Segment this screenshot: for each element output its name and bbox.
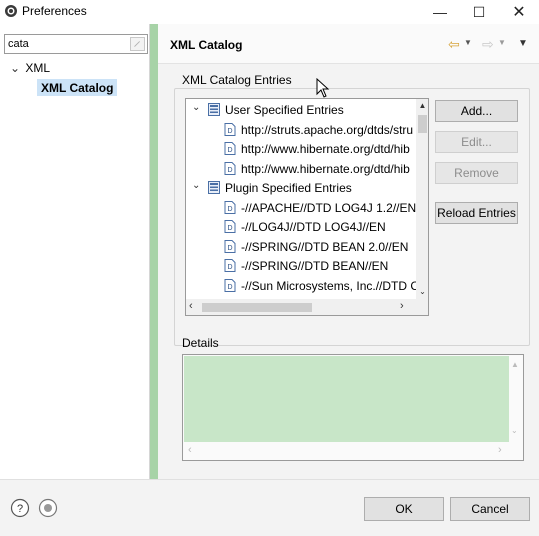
tree-row-label: User Specified Entries bbox=[225, 103, 344, 117]
dtd-file-icon: D bbox=[224, 161, 236, 175]
scroll-left-icon[interactable]: ‹ bbox=[188, 444, 192, 456]
details-text-area[interactable] bbox=[184, 356, 509, 442]
chevron-down-icon[interactable]: ⌄ bbox=[192, 102, 204, 113]
svg-text:D: D bbox=[227, 206, 232, 213]
scroll-up-icon[interactable]: ▲ bbox=[511, 360, 519, 369]
tree-row-label: Plugin Specified Entries bbox=[225, 181, 352, 195]
scroll-thumb[interactable] bbox=[418, 115, 427, 133]
pane-divider[interactable] bbox=[150, 24, 158, 479]
tree-item-xml[interactable]: ⌄ XML bbox=[10, 61, 50, 75]
details-horizontal-scrollbar[interactable]: ‹ › bbox=[184, 442, 523, 460]
svg-text:D: D bbox=[227, 128, 232, 135]
details-vertical-scrollbar[interactable]: ▲ ⌄ bbox=[509, 356, 523, 442]
cancel-button[interactable]: Cancel bbox=[450, 497, 530, 521]
edit-button[interactable]: Edit... bbox=[435, 131, 518, 153]
svg-text:D: D bbox=[227, 225, 232, 232]
details-panel[interactable]: ▲ ⌄ ‹ › bbox=[182, 354, 524, 461]
tree-row-label: -//Sun Microsystems, Inc.//DTD C bbox=[241, 278, 416, 293]
scroll-right-icon[interactable]: › bbox=[400, 300, 404, 312]
close-button[interactable]: ✕ bbox=[499, 0, 539, 24]
view-menu-icon[interactable]: ▼ bbox=[518, 38, 528, 49]
scroll-up-icon[interactable]: ▲ bbox=[416, 99, 428, 113]
svg-text:D: D bbox=[227, 245, 232, 252]
tree-entry-row[interactable]: D -//Sun Microsystems, Inc.//DTD C bbox=[186, 276, 416, 295]
tree-entry-row[interactable]: D -//LOG4J//DTD LOG4J//EN bbox=[186, 217, 416, 236]
dtd-file-icon: D bbox=[224, 142, 236, 155]
tree-group-row[interactable]: ⌄ User Specified Entries bbox=[186, 100, 416, 119]
horizontal-scroll-thumb[interactable] bbox=[202, 303, 312, 312]
tree-row-label: -//LOG4J//DTD LOG4J//EN bbox=[241, 220, 386, 234]
filter-input-value: cata bbox=[8, 38, 29, 50]
title-bar: Preferences — ☐ ✕ bbox=[0, 0, 539, 24]
vertical-scrollbar[interactable]: ▲ ⌄ bbox=[416, 99, 428, 299]
dtd-file-icon: D bbox=[224, 220, 236, 233]
svg-text:D: D bbox=[227, 147, 232, 154]
back-arrow-icon[interactable]: ⇦ bbox=[448, 36, 460, 53]
tree-row-label: -//SPRING//DTD BEAN//EN bbox=[241, 259, 389, 273]
app-gear-icon bbox=[5, 5, 17, 17]
page-title: XML Catalog bbox=[170, 38, 243, 52]
scroll-down-icon[interactable]: ⌄ bbox=[416, 285, 428, 299]
tree-group-row[interactable]: ⌄ Plugin Specified Entries bbox=[186, 178, 416, 197]
tree-row-label: http://struts.apache.org/dtds/stru bbox=[241, 122, 414, 137]
horizontal-scrollbar[interactable]: ‹ › bbox=[186, 299, 428, 315]
catalog-entries-tree[interactable]: ⌄ User Specified Entries Dhttp://struts.ap… bbox=[185, 98, 429, 316]
catalog-icon bbox=[208, 103, 220, 116]
mouse-pointer-icon bbox=[316, 78, 330, 98]
ok-button[interactable]: OK bbox=[364, 497, 444, 521]
maximize-button[interactable]: ☐ bbox=[459, 0, 499, 24]
tree-item-label: XML bbox=[25, 61, 51, 75]
svg-text:D: D bbox=[227, 264, 232, 271]
remove-button[interactable]: Remove bbox=[435, 162, 518, 184]
dtd-file-icon: D bbox=[224, 122, 236, 136]
import-export-icon[interactable] bbox=[38, 498, 58, 518]
tree-row-label: http://www.hibernate.org/dtd/hib bbox=[241, 142, 410, 156]
svg-text:?: ? bbox=[17, 503, 23, 515]
dialog-button-bar: ? OK Cancel bbox=[0, 479, 539, 536]
dtd-file-icon: D bbox=[224, 278, 236, 292]
tree-entry-row[interactable]: D -//SPRING//DTD BEAN 2.0//EN bbox=[186, 237, 416, 256]
chevron-down-icon[interactable]: ⌄ bbox=[10, 61, 22, 75]
window-title: Preferences bbox=[22, 4, 87, 18]
scroll-left-icon[interactable]: ‹ bbox=[189, 300, 193, 312]
filter-input[interactable]: cata bbox=[4, 34, 148, 54]
tree-entry-row[interactable]: D -//APACHE//DTD LOG4J 1.2//EN bbox=[186, 198, 416, 217]
details-group-title: Details bbox=[182, 336, 219, 350]
tree-entry-row[interactable]: Dhttp://www.hibernate.org/dtd/hib bbox=[186, 159, 416, 178]
forward-dropdown-icon[interactable]: ▼ bbox=[498, 38, 506, 47]
reload-entries-button[interactable]: Reload Entries bbox=[435, 202, 518, 224]
catalog-entries-group-title: XML Catalog Entries bbox=[180, 73, 294, 87]
page-header: XML Catalog ⇦ ▼ ⇨ ▼ ▼ bbox=[158, 24, 539, 64]
tree-row-label: -//APACHE//DTD LOG4J 1.2//EN bbox=[241, 200, 416, 215]
tree-entry-row[interactable]: Dhttp://www.hibernate.org/dtd/hib bbox=[186, 139, 416, 158]
tree-entry-row[interactable]: Dhttp://struts.apache.org/dtds/stru bbox=[186, 120, 416, 139]
dtd-file-icon: D bbox=[224, 259, 236, 272]
dtd-file-icon: D bbox=[224, 200, 236, 214]
tree-row-label: http://www.hibernate.org/dtd/hib bbox=[241, 161, 410, 176]
scroll-down-icon[interactable]: ⌄ bbox=[511, 426, 518, 435]
scroll-right-icon[interactable]: › bbox=[498, 444, 502, 456]
minimize-button[interactable]: — bbox=[420, 0, 460, 24]
preferences-sidebar: cata ⌄ XML XML Catalog bbox=[0, 24, 150, 479]
help-icon[interactable]: ? bbox=[10, 498, 30, 518]
add-button[interactable]: Add... bbox=[435, 100, 518, 122]
back-dropdown-icon[interactable]: ▼ bbox=[464, 38, 472, 47]
tree-row-label: -//SPRING//DTD BEAN 2.0//EN bbox=[241, 239, 409, 254]
tree-entry-row[interactable]: D -//SPRING//DTD BEAN//EN bbox=[186, 256, 416, 275]
chevron-down-icon[interactable]: ⌄ bbox=[192, 180, 204, 191]
forward-arrow-icon[interactable]: ⇨ bbox=[482, 36, 494, 53]
tree-item-xml-catalog[interactable]: XML Catalog bbox=[37, 79, 118, 96]
svg-text:D: D bbox=[227, 284, 232, 291]
catalog-icon bbox=[208, 181, 220, 194]
svg-text:D: D bbox=[227, 167, 232, 174]
preference-page: XML Catalog ⇦ ▼ ⇨ ▼ ▼ XML Catalog Entrie… bbox=[158, 24, 539, 479]
dtd-file-icon: D bbox=[224, 239, 236, 253]
clear-filter-icon[interactable] bbox=[130, 37, 145, 51]
